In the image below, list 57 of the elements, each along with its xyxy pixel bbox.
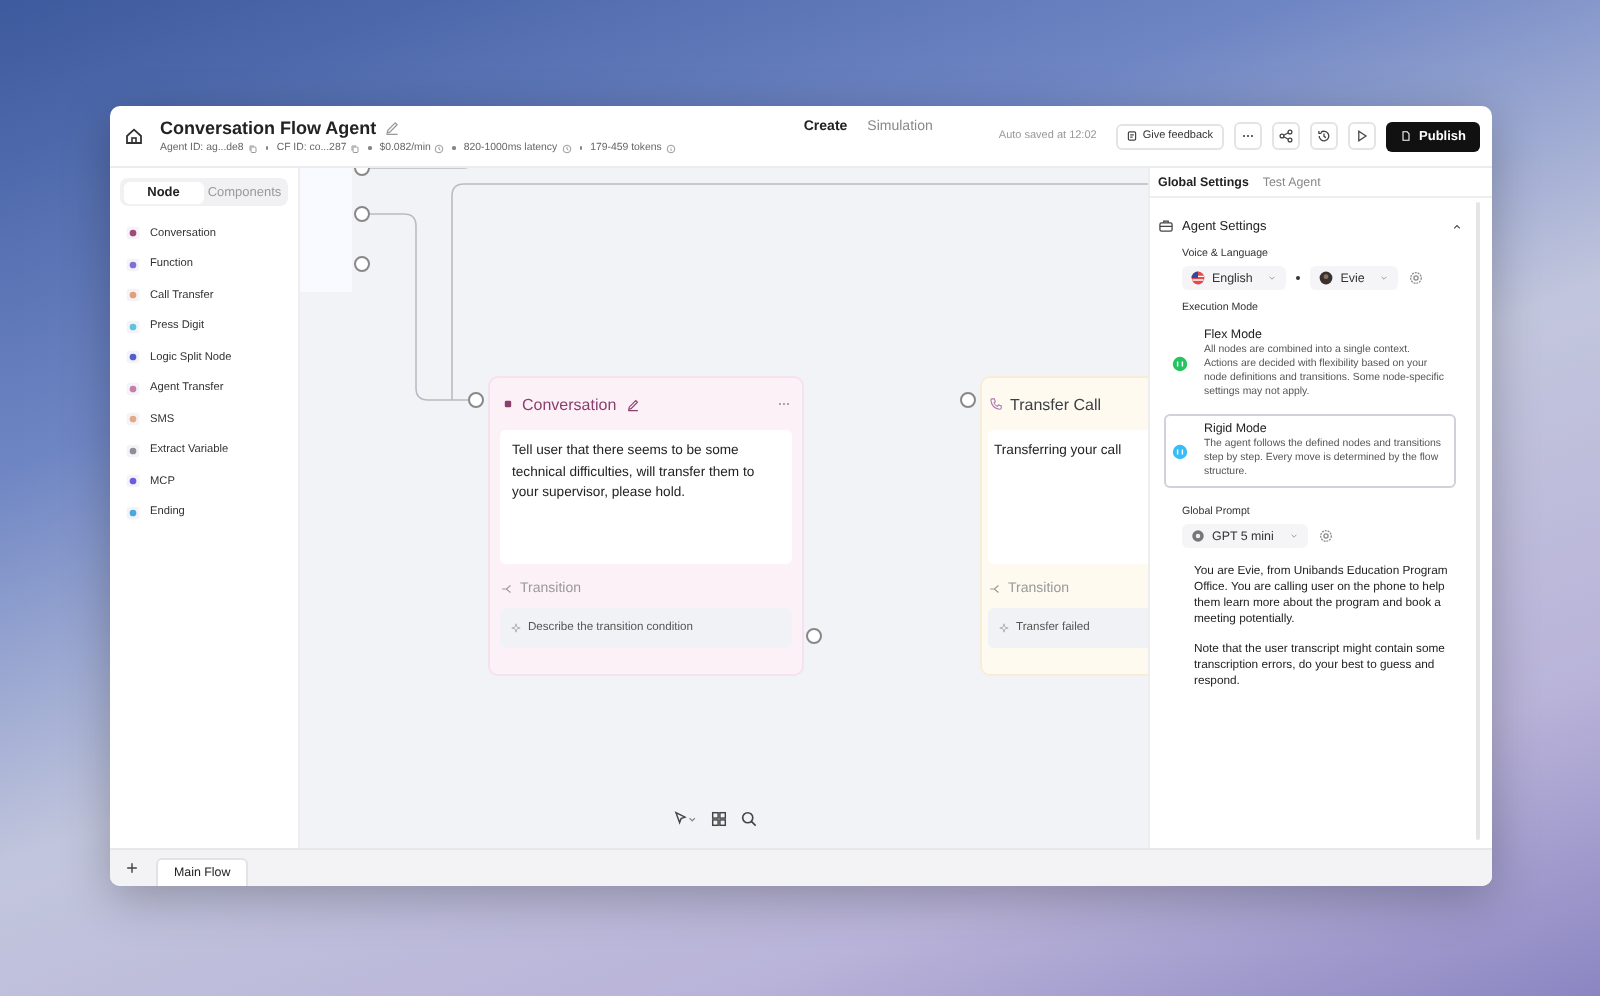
connection-handle[interactable] bbox=[960, 392, 976, 408]
copy-icon[interactable] bbox=[350, 143, 361, 153]
clock-icon bbox=[561, 143, 572, 153]
settings-icon[interactable] bbox=[1317, 528, 1334, 544]
mode-icon bbox=[1172, 356, 1188, 372]
history-icon bbox=[1315, 128, 1332, 144]
node-type-icon bbox=[126, 226, 140, 241]
caret-icon bbox=[1378, 272, 1391, 284]
mode-icon bbox=[1172, 443, 1188, 459]
node-type-icon bbox=[126, 319, 140, 334]
pencil-icon[interactable] bbox=[626, 397, 641, 411]
history-button[interactable] bbox=[1309, 122, 1338, 150]
node-title: Conversation bbox=[522, 395, 617, 413]
node-type-icon bbox=[126, 474, 140, 489]
caret-icon bbox=[1287, 530, 1300, 542]
clock-icon bbox=[434, 143, 445, 153]
pointer-icon[interactable] bbox=[672, 810, 698, 828]
note-icon bbox=[1126, 130, 1139, 142]
sparkle-icon bbox=[510, 622, 522, 634]
settings-icon[interactable] bbox=[1408, 270, 1425, 286]
branch-icon bbox=[988, 581, 1002, 595]
sparkle-icon bbox=[998, 622, 1010, 634]
agent-title: Conversation Flow Agent bbox=[160, 118, 377, 138]
node-square-icon bbox=[500, 396, 516, 412]
info-icon bbox=[665, 143, 676, 153]
avatar-icon bbox=[1318, 270, 1335, 286]
chevron-icon[interactable] bbox=[1450, 219, 1464, 233]
search-icon[interactable] bbox=[740, 810, 758, 828]
node-type-icon bbox=[126, 350, 140, 365]
share-icon bbox=[1277, 128, 1294, 144]
flag-icon bbox=[1190, 270, 1206, 286]
connection-handle[interactable] bbox=[806, 628, 822, 644]
home-icon[interactable] bbox=[124, 126, 144, 146]
add-icon[interactable] bbox=[124, 860, 140, 876]
connector-line bbox=[369, 168, 473, 169]
share-button[interactable] bbox=[1271, 122, 1300, 150]
node-type-icon bbox=[126, 288, 140, 303]
node-type-icon bbox=[126, 257, 140, 272]
file-icon bbox=[1399, 130, 1412, 142]
node-title: Transfer Call bbox=[1010, 395, 1101, 413]
connection-handle[interactable] bbox=[354, 256, 370, 272]
connection-handle[interactable] bbox=[468, 392, 484, 408]
phone-icon bbox=[988, 396, 1004, 412]
caret-icon bbox=[1266, 272, 1279, 284]
play-button[interactable] bbox=[1347, 122, 1376, 150]
pencil-icon[interactable] bbox=[384, 120, 401, 136]
node-type-icon bbox=[126, 381, 140, 396]
copy-icon[interactable] bbox=[247, 143, 258, 153]
play-icon bbox=[1353, 128, 1370, 144]
node-type-icon bbox=[126, 505, 140, 520]
node-type-icon bbox=[126, 443, 140, 458]
connection-handle[interactable] bbox=[354, 206, 370, 222]
branch-icon bbox=[500, 581, 514, 595]
grid-icon[interactable] bbox=[710, 810, 728, 828]
briefcase-icon bbox=[1158, 218, 1174, 234]
node-type-icon bbox=[126, 412, 140, 427]
model-icon bbox=[1190, 528, 1206, 544]
